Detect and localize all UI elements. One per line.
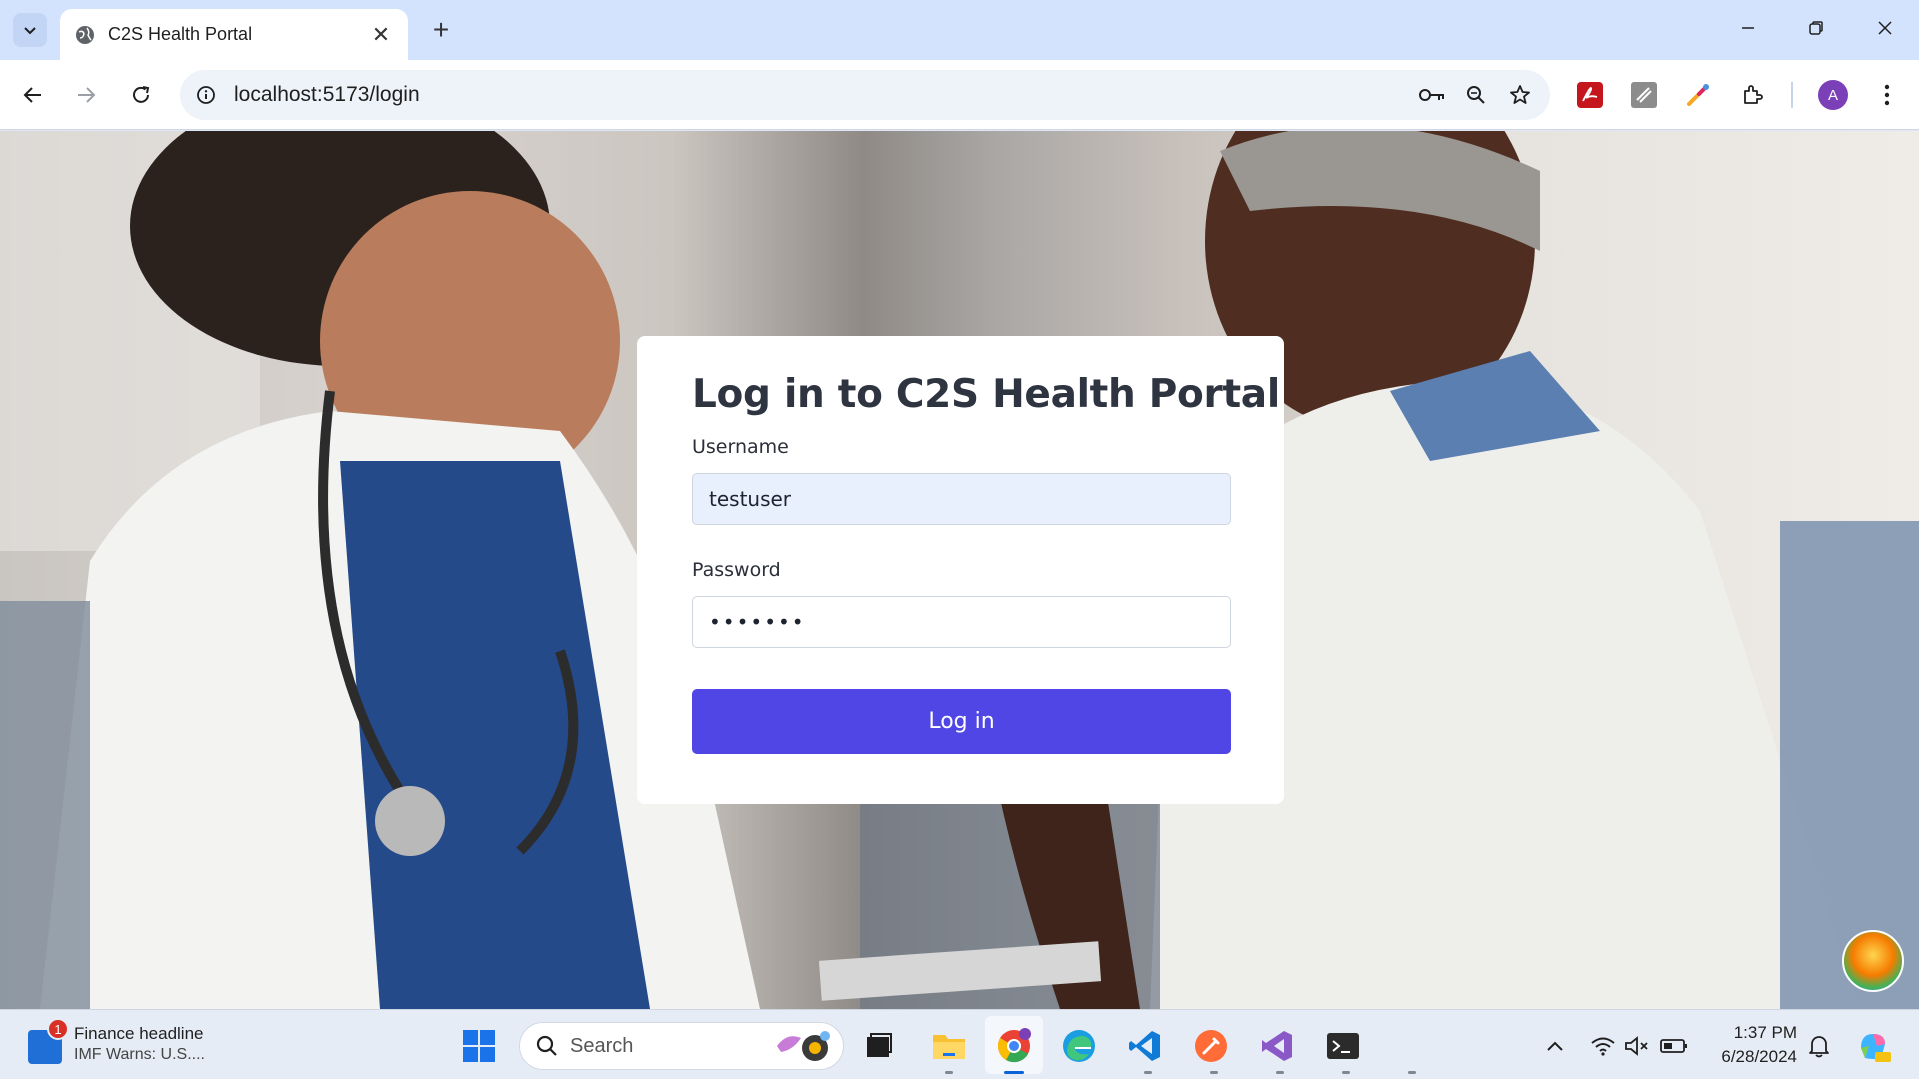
running-indicator (1144, 1071, 1152, 1074)
edge-button[interactable] (1056, 1023, 1102, 1069)
copilot-icon (1861, 1034, 1891, 1062)
page-viewport: Log in to C2S Health Portal Username tes… (0, 131, 1919, 1009)
task-view-icon (867, 1033, 892, 1057)
tab-title: C2S Health Portal (108, 24, 253, 44)
running-indicator (1408, 1071, 1416, 1074)
active-indicator (1004, 1071, 1024, 1074)
address-bar[interactable]: localhost:5173/login (180, 70, 1550, 120)
tab-search-button[interactable] (13, 13, 47, 47)
notification-badge: 1 (47, 1018, 69, 1040)
password-field[interactable]: ••••••• (692, 596, 1231, 648)
windows-logo-icon (463, 1030, 495, 1062)
chrome-button[interactable] (991, 1023, 1037, 1069)
notifications-button[interactable] (1796, 1023, 1842, 1069)
edge-icon (1063, 1030, 1095, 1062)
zoom-icon[interactable] (1454, 75, 1498, 115)
terminal-button[interactable] (1320, 1023, 1366, 1069)
browser-menu-button[interactable] (1868, 76, 1906, 114)
password-label: Password (692, 559, 781, 581)
task-view-button[interactable] (856, 1023, 902, 1069)
finance-widget-icon: 1 (28, 1018, 69, 1064)
restore-icon (1809, 21, 1823, 35)
notes-extension-icon[interactable] (1625, 76, 1663, 114)
minimize-icon (1742, 27, 1754, 29)
login-button[interactable]: Log in (692, 689, 1231, 754)
terminal-icon (1327, 1033, 1359, 1059)
extensions-puzzle-icon[interactable] (1734, 76, 1772, 114)
bell-icon (1809, 1036, 1829, 1058)
vscode-icon (1129, 1031, 1160, 1061)
forward-button[interactable] (66, 75, 106, 115)
battery-icon[interactable] (1651, 1023, 1697, 1069)
tab-close-button[interactable]: ✕ (368, 22, 394, 48)
login-card: Log in to C2S Health Portal Username tes… (637, 336, 1284, 804)
site-info-icon[interactable] (186, 75, 226, 115)
back-button[interactable] (13, 75, 53, 115)
browser-tabstrip: C2S Health Portal ✕ + (0, 0, 1919, 60)
close-window-button[interactable] (1861, 8, 1909, 48)
widgets-button[interactable]: 1 Finance headline IMF Warns: U.S.... (28, 1018, 205, 1064)
clock-date: 6/28/2024 (1721, 1047, 1797, 1066)
search-placeholder: Search (570, 1034, 634, 1057)
running-indicator (945, 1071, 953, 1074)
restore-button[interactable] (1792, 8, 1840, 48)
widget-subtitle: IMF Warns: U.S.... (74, 1046, 205, 1063)
running-indicator (1210, 1071, 1218, 1074)
widget-title: Finance headline (74, 1024, 204, 1043)
file-explorer-button[interactable] (926, 1023, 972, 1069)
chevron-up-icon (1547, 1041, 1563, 1051)
system-clock[interactable]: 1:37 PM 6/28/2024 (1711, 1021, 1797, 1069)
running-indicator (1342, 1071, 1350, 1074)
new-tab-button[interactable]: + (424, 13, 458, 47)
taskbar: 1 Finance headline IMF Warns: U.S.... Se… (0, 1009, 1919, 1079)
folder-icon (933, 1035, 965, 1059)
color-picker-extension-icon[interactable] (1679, 76, 1717, 114)
show-hidden-icons-button[interactable] (1532, 1023, 1578, 1069)
postman-icon (1195, 1030, 1227, 1062)
reload-button[interactable] (121, 75, 161, 115)
postman-button[interactable] (1188, 1023, 1234, 1069)
vscode-button[interactable] (1122, 1023, 1168, 1069)
arrow-right-icon (78, 87, 96, 103)
visual-studio-icon (1262, 1031, 1292, 1061)
page-title: Log in to C2S Health Portal (692, 372, 1280, 417)
more-vertical-icon (1884, 84, 1890, 106)
search-icon (536, 1035, 557, 1056)
copilot-preview-icon[interactable] (1842, 930, 1904, 992)
browser-toolbar: localhost:5173/login A (0, 60, 1919, 130)
clock-time: 1:37 PM (1733, 1023, 1797, 1042)
start-button[interactable] (456, 1023, 502, 1069)
password-key-icon[interactable] (1410, 75, 1454, 115)
username-label: Username (692, 436, 789, 458)
minimize-button[interactable] (1724, 8, 1772, 48)
url-text[interactable]: localhost:5173/login (234, 83, 1410, 107)
pdf-extension-icon[interactable] (1571, 76, 1609, 114)
browser-tab-active[interactable]: C2S Health Portal ✕ (60, 9, 408, 60)
visual-studio-button[interactable] (1254, 1023, 1300, 1069)
search-highlight-icon (777, 1031, 830, 1061)
taskbar-search[interactable]: Search (519, 1022, 844, 1070)
username-field[interactable]: testuser (692, 473, 1231, 525)
globe-icon (74, 24, 96, 46)
bookmark-star-icon[interactable] (1498, 75, 1542, 115)
chrome-icon (997, 1028, 1031, 1063)
running-indicator (1276, 1071, 1284, 1074)
toolbar-divider (1791, 82, 1793, 108)
avatar: A (1818, 80, 1848, 110)
close-icon (1878, 21, 1892, 35)
profile-button[interactable]: A (1814, 76, 1852, 114)
copilot-button[interactable] (1850, 1023, 1896, 1069)
chevron-down-icon (24, 27, 36, 35)
reload-icon (133, 86, 150, 103)
arrow-left-icon (23, 87, 41, 103)
